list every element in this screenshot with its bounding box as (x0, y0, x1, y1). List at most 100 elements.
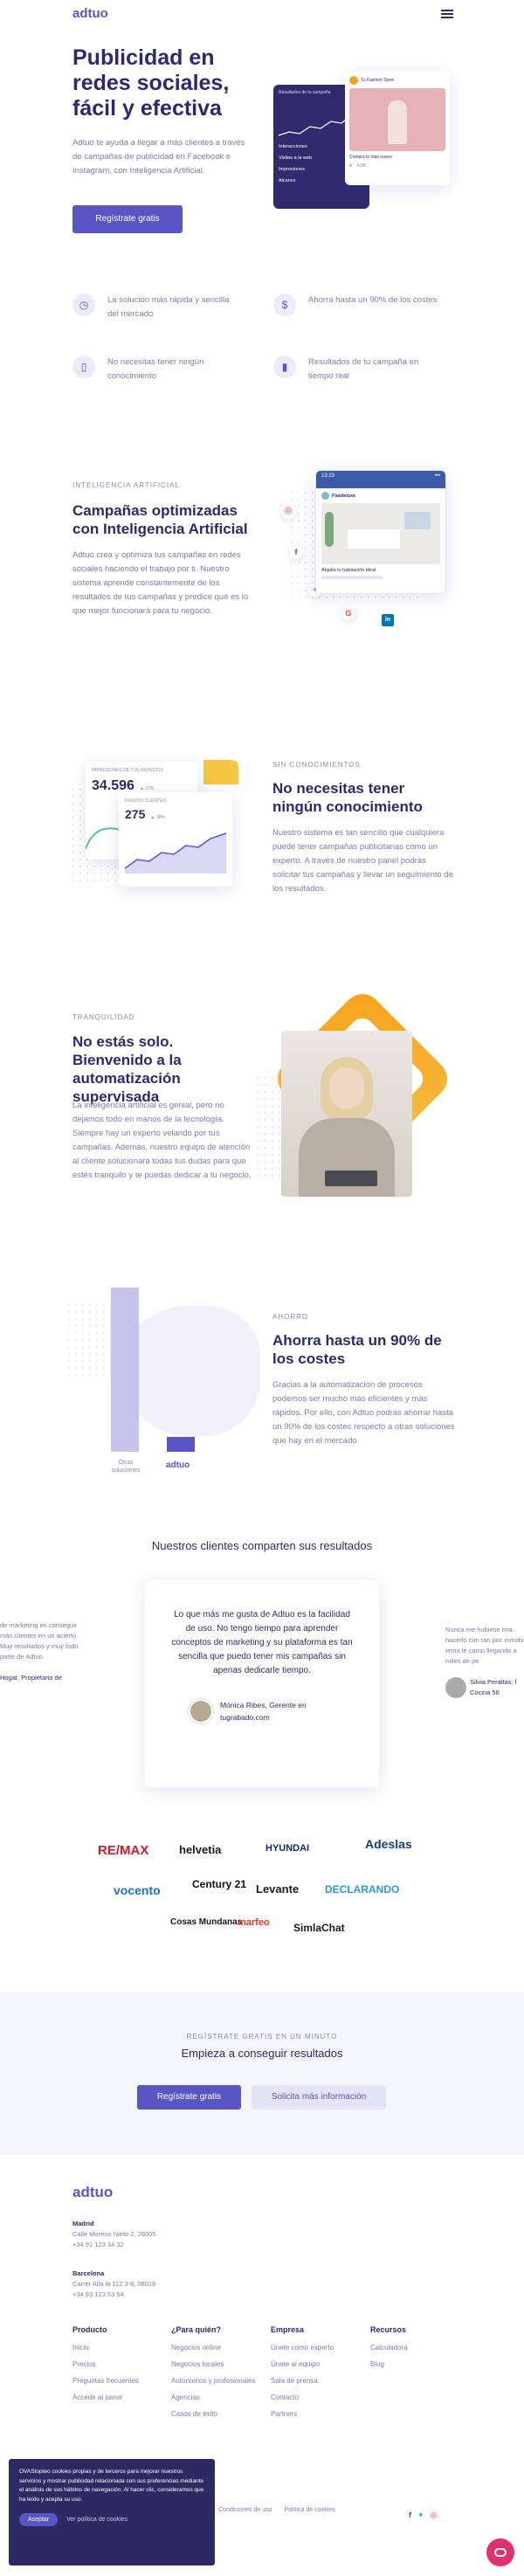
footer-link[interactable]: Contacto (271, 2389, 358, 2406)
office-phone[interactable]: +34 93 123 53 54 (72, 2289, 155, 2300)
footer-link[interactable]: Negocios locales (171, 2356, 259, 2372)
twitter-icon[interactable]: ✦ (417, 2510, 424, 2520)
phone-ad-image (321, 503, 440, 564)
office-line1: Carrer Alla la 112 3-8, 08018 (72, 2280, 156, 2288)
footer-link[interactable]: Negocios online (171, 2339, 259, 2356)
stats-row-label: Interacciones (279, 144, 307, 149)
ai-eyebrow: INTELIGENCIA ARTIFICIAL (72, 481, 180, 489)
knowledge-title: No necesitas tener ningún conocimiento (272, 780, 423, 815)
cookie-text: OVAStopteo cookies propias y de terceros… (19, 2469, 204, 2503)
header: adtuo (0, 0, 524, 30)
footer-column: ¿Para quién? Negocios online Negocios loca… (171, 2325, 259, 2422)
feature-text: Ahorra hasta un 90% de los costes (308, 295, 438, 305)
support-eyebrow: TRANQUILIDAD (72, 1013, 135, 1021)
footer-link[interactable]: Blog (370, 2356, 458, 2372)
footer-link[interactable]: Agencias (171, 2389, 259, 2406)
footer-link[interactable]: Sala de prensa (271, 2372, 358, 2389)
support-person-image (281, 1031, 412, 1197)
footer-logo[interactable]: adtuo (72, 2184, 113, 2201)
ai-title: Campañas optimizadas con Inteligencia Ar… (72, 502, 248, 537)
savings-title: Ahorra hasta un 90% de los costes (272, 1332, 442, 1367)
footer-link[interactable]: Inicio (72, 2339, 160, 2356)
hero-signup-button[interactable]: Regístrate gratis (72, 205, 183, 233)
phone-page-name: Flatdeluxe (332, 493, 356, 499)
facebook-icon[interactable]: f (409, 2510, 411, 2520)
support-body: La inteligencia artificial es genial, pe… (72, 1101, 252, 1180)
logo[interactable]: adtuo (72, 6, 108, 21)
cta-band: REGÍSTRATE GRATIS EN UN MINUTO Empieza a… (0, 1992, 524, 2155)
testimonial-main-card[interactable]: Lo que más me gusta de Adtuo es la facil… (145, 1580, 379, 1787)
feature-text: La solución más rápida y sencilla del me… (107, 295, 230, 319)
footer-column: Recursos Calculadora Blog (370, 2325, 458, 2372)
phone-mockup: 13:23 ••• Flatdeluxe Alquila tu habitaci… (315, 470, 446, 594)
cta-signup-button[interactable]: Regístrate gratis (137, 2085, 241, 2110)
footer-link[interactable]: Preguntas frecuentes (72, 2372, 160, 2389)
knowledge-eyebrow: SIN CONOCIMIENTOS (272, 761, 361, 769)
footer-link[interactable]: Calculadora (370, 2339, 458, 2356)
client-logo: Cosas Mundanas (170, 1917, 243, 1927)
chat-bubble-button[interactable] (486, 2538, 514, 2566)
footer-column: Empresa Únete como experto Únete al equipo… (271, 2325, 358, 2422)
office-line1: Calle Moreno Nieto 2, 28005 (72, 2230, 156, 2238)
hero-subtitle: Adtuo te ayuda a llegar a más clientes a… (72, 138, 245, 176)
footer-link[interactable]: Accede al panel (72, 2389, 160, 2406)
footer-link[interactable]: Únete como experto (271, 2339, 358, 2356)
footer-link[interactable]: Autónomos y profesionales (171, 2376, 259, 2386)
client-logo: helvetia (179, 1843, 222, 1856)
impressions-curve (86, 827, 121, 849)
support-title: No estás solo. Bienvenido a la automatiz… (72, 1033, 182, 1105)
post-caption: Compra lo más nuevo (349, 155, 392, 160)
cta-eyebrow: REGÍSTRATE GRATIS EN UN MINUTO (186, 2033, 338, 2041)
cta-info-button[interactable]: Solicita más información (252, 2085, 386, 2110)
legal-terms-link[interactable]: Condiciones de uso (218, 2507, 272, 2513)
post-avatar (349, 76, 358, 85)
testimonial-right-avatar (445, 1677, 466, 1698)
linkedin-icon: in (382, 614, 394, 626)
impressions-delta: ▲ 27% (139, 786, 155, 791)
footer-link[interactable]: Precios (72, 2356, 160, 2372)
bar-label-adtuo: adtuo (166, 1461, 190, 1470)
facebook-icon: f (289, 545, 303, 559)
office-block: Madrid Calle Moreno Nieto 2, 28005 +34 91 … (72, 2219, 155, 2250)
office-block: Barcelona Carrer Alla la 112 3-8, 08018 +3… (72, 2269, 155, 2300)
feature-item: ◷ La solución más rápida y sencilla del m… (72, 294, 247, 321)
feature-text: Resultados de tu campaña en tiempo real (308, 357, 419, 381)
testimonial-main-author: Mónica Ribes, Gerente en tugrabado.com (220, 1701, 307, 1722)
savings-blob (121, 1306, 260, 1437)
testimonials-title: Nuestros clientes comparten sus resultad… (151, 1539, 373, 1552)
client-logo: SimlaChat (293, 1922, 345, 1934)
cookie-accept-button[interactable]: Aceptar (19, 2513, 59, 2526)
feature-item: $ Ahorra hasta un 90% de los costes (273, 294, 448, 316)
footer-link[interactable]: Casos de éxito (171, 2406, 259, 2422)
office-phone[interactable]: +34 91 123 34 32 (72, 2240, 155, 2250)
cta-title: Empieza a conseguir resultados (181, 2047, 343, 2060)
instagram-icon[interactable]: ◎ (431, 2510, 438, 2520)
new-clients-label: NUEVOS CLIENTES (125, 798, 166, 804)
footer-column-title: ¿Para quién? (171, 2325, 222, 2334)
footer-social: f ✦ ◎ (409, 2510, 437, 2520)
bar-other-solutions (111, 1288, 139, 1452)
stats-row-label: Visitas a la web (279, 155, 313, 161)
footer-column-title: Recursos (370, 2325, 407, 2334)
testimonial-left[interactable]: de marketing en conseguir más clientes e… (0, 1620, 79, 1716)
hamburger-icon[interactable] (441, 10, 453, 18)
new-clients-area-chart (125, 832, 226, 874)
testimonial-right[interactable]: Nunca me hubiese ima hacerlo con tan poc… (445, 1625, 524, 1721)
phone-time: 13:23 (321, 473, 335, 479)
office-city: Madrid (72, 2220, 94, 2227)
footer-link[interactable]: Partners (271, 2406, 358, 2422)
legal-cookies-link[interactable]: Política de cookies (285, 2507, 335, 2513)
client-logo: HYUNDAI (265, 1843, 310, 1854)
savings-body: Gracias a la automatización de procesos … (272, 1380, 455, 1446)
office-city: Barcelona (72, 2269, 105, 2277)
footer-column: Producto Inicio Precios Preguntas frecuente… (72, 2325, 160, 2406)
testimonial-left-author: Hogar, Propietario de (0, 1674, 62, 1682)
client-logo: DECLARANDO (325, 1883, 400, 1896)
footer-link[interactable]: Únete al equipo (271, 2356, 358, 2372)
cookie-policy-link[interactable]: Ver política de cookies (66, 2517, 128, 2523)
footer-legal: Condiciones de uso Política de cookies (218, 2507, 335, 2513)
new-clients-card: NUEVOS CLIENTES 275 ▲ 18% (119, 792, 232, 887)
bar-adtuo (167, 1437, 195, 1452)
heart-icon[interactable]: ♥ (349, 163, 352, 169)
phone-icon: ▯ (72, 356, 95, 378)
